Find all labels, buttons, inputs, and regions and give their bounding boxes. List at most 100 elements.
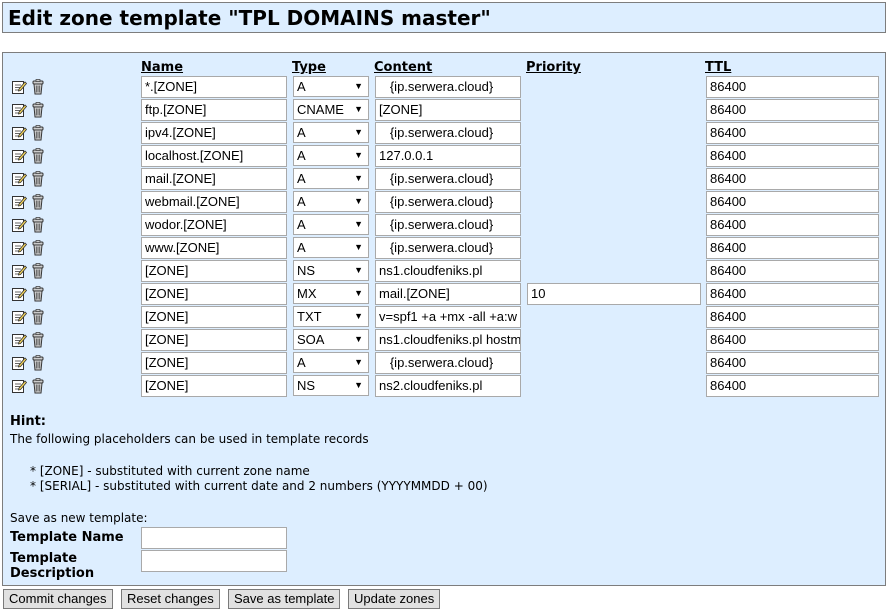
trash-icon[interactable] bbox=[30, 332, 46, 348]
save-as-template-button[interactable]: Save as template bbox=[228, 589, 341, 609]
trash-icon[interactable] bbox=[30, 148, 46, 164]
edit-icon[interactable] bbox=[11, 286, 28, 302]
record-name-input[interactable]: [ZONE] bbox=[141, 260, 287, 282]
record-ttl-input[interactable]: 86400 bbox=[706, 375, 879, 397]
record-content-input[interactable]: {ip.serwera.cloud} bbox=[375, 191, 521, 213]
record-content-input[interactable]: 127.0.0.1 bbox=[375, 145, 521, 167]
record-content-input[interactable]: {ip.serwera.cloud} bbox=[375, 76, 521, 98]
record-name-input[interactable]: webmail.[ZONE] bbox=[141, 191, 287, 213]
table-row: webmail.[ZONE] A ▼ {ip.serwera.cloud} 86400 bbox=[3, 191, 887, 214]
template-description-input[interactable] bbox=[141, 550, 287, 572]
record-type-select[interactable]: A ▼ bbox=[293, 145, 369, 166]
edit-icon[interactable] bbox=[11, 125, 28, 141]
record-type-select[interactable]: NS ▼ bbox=[293, 260, 369, 281]
record-content-input[interactable]: [ZONE] bbox=[375, 99, 521, 121]
template-name-input[interactable] bbox=[141, 527, 287, 549]
record-content-input[interactable]: {ip.serwera.cloud} bbox=[375, 237, 521, 259]
trash-icon[interactable] bbox=[30, 286, 46, 302]
record-type-select[interactable]: A ▼ bbox=[293, 168, 369, 189]
trash-icon[interactable] bbox=[30, 240, 46, 256]
record-ttl-input[interactable]: 86400 bbox=[706, 329, 879, 351]
record-name-input[interactable]: [ZONE] bbox=[141, 329, 287, 351]
record-type-select[interactable]: CNAME ▼ bbox=[293, 99, 369, 120]
records-panel: Name Type Content Priority TTL *.[ZONE] A… bbox=[2, 52, 886, 586]
record-ttl-input[interactable]: 86400 bbox=[706, 122, 879, 144]
record-type-select[interactable]: A ▼ bbox=[293, 122, 369, 143]
record-ttl-input[interactable]: 86400 bbox=[706, 214, 879, 236]
edit-icon[interactable] bbox=[11, 194, 28, 210]
record-name-input[interactable]: [ZONE] bbox=[141, 352, 287, 374]
record-type-select[interactable]: A ▼ bbox=[293, 237, 369, 258]
column-header-name: Name bbox=[141, 60, 184, 75]
commit-changes-button[interactable]: Commit changes bbox=[3, 589, 113, 609]
record-type-select[interactable]: A ▼ bbox=[293, 76, 369, 97]
record-type-select[interactable]: A ▼ bbox=[293, 352, 369, 373]
update-zones-button[interactable]: Update zones bbox=[348, 589, 441, 609]
trash-icon[interactable] bbox=[30, 194, 46, 210]
trash-icon[interactable] bbox=[30, 263, 46, 279]
record-type-select[interactable]: TXT ▼ bbox=[293, 306, 369, 327]
trash-icon[interactable] bbox=[30, 355, 46, 371]
dropdown-arrow-icon: ▼ bbox=[354, 196, 363, 206]
record-name-input[interactable]: ftp.[ZONE] bbox=[141, 99, 287, 121]
record-ttl-input[interactable]: 86400 bbox=[706, 260, 879, 282]
record-content-input[interactable]: ns1.cloudfeniks.pl hostm bbox=[375, 329, 521, 351]
record-content-input[interactable]: {ip.serwera.cloud} bbox=[375, 168, 521, 190]
record-name-input[interactable]: [ZONE] bbox=[141, 375, 287, 397]
record-content-input[interactable]: {ip.serwera.cloud} bbox=[375, 122, 521, 144]
record-content-input[interactable]: mail.[ZONE] bbox=[375, 283, 521, 305]
reset-changes-button[interactable]: Reset changes bbox=[121, 589, 220, 609]
edit-icon[interactable] bbox=[11, 332, 28, 348]
edit-icon[interactable] bbox=[11, 240, 28, 256]
record-ttl-input[interactable]: 86400 bbox=[706, 145, 879, 167]
edit-icon[interactable] bbox=[11, 217, 28, 233]
record-ttl-input[interactable]: 86400 bbox=[706, 168, 879, 190]
dropdown-arrow-icon: ▼ bbox=[354, 334, 363, 344]
record-name-input[interactable]: [ZONE] bbox=[141, 306, 287, 328]
record-ttl-input[interactable]: 86400 bbox=[706, 76, 879, 98]
record-name-input[interactable]: [ZONE] bbox=[141, 283, 287, 305]
record-content-input[interactable]: v=spf1 +a +mx -all +a:w bbox=[375, 306, 521, 328]
record-content-input[interactable]: {ip.serwera.cloud} bbox=[375, 352, 521, 374]
record-content-input[interactable]: ns1.cloudfeniks.pl bbox=[375, 260, 521, 282]
trash-icon[interactable] bbox=[30, 171, 46, 187]
record-ttl-input[interactable]: 86400 bbox=[706, 99, 879, 121]
record-name-input[interactable]: wodor.[ZONE] bbox=[141, 214, 287, 236]
record-ttl-input[interactable]: 86400 bbox=[706, 352, 879, 374]
record-ttl-input[interactable]: 86400 bbox=[706, 306, 879, 328]
edit-icon[interactable] bbox=[11, 263, 28, 279]
record-type-select[interactable]: NS ▼ bbox=[293, 375, 369, 396]
trash-icon[interactable] bbox=[30, 79, 46, 95]
record-type-select[interactable]: A ▼ bbox=[293, 214, 369, 235]
trash-icon[interactable] bbox=[30, 309, 46, 325]
record-ttl-input[interactable]: 86400 bbox=[706, 283, 879, 305]
edit-icon[interactable] bbox=[11, 378, 28, 394]
record-content-input[interactable]: ns2.cloudfeniks.pl bbox=[375, 375, 521, 397]
record-type-select[interactable]: SOA ▼ bbox=[293, 329, 369, 350]
edit-icon[interactable] bbox=[11, 102, 28, 118]
edit-icon[interactable] bbox=[11, 79, 28, 95]
record-name-input[interactable]: www.[ZONE] bbox=[141, 237, 287, 259]
record-name-input[interactable]: *.[ZONE] bbox=[141, 76, 287, 98]
record-type-select[interactable]: A ▼ bbox=[293, 191, 369, 212]
record-type-select[interactable]: MX ▼ bbox=[293, 283, 369, 304]
record-content-input[interactable]: {ip.serwera.cloud} bbox=[375, 214, 521, 236]
record-name-input[interactable]: ipv4.[ZONE] bbox=[141, 122, 287, 144]
record-name-input[interactable]: mail.[ZONE] bbox=[141, 168, 287, 190]
table-row: ftp.[ZONE] CNAME ▼ [ZONE] 86400 bbox=[3, 99, 887, 122]
record-name-input[interactable]: localhost.[ZONE] bbox=[141, 145, 287, 167]
trash-icon[interactable] bbox=[30, 125, 46, 141]
column-header-content: Content bbox=[374, 60, 433, 75]
record-ttl-input[interactable]: 86400 bbox=[706, 191, 879, 213]
trash-icon[interactable] bbox=[30, 102, 46, 118]
edit-icon[interactable] bbox=[11, 355, 28, 371]
column-header-type: Type bbox=[292, 60, 326, 75]
record-ttl-input[interactable]: 86400 bbox=[706, 237, 879, 259]
edit-icon[interactable] bbox=[11, 309, 28, 325]
edit-icon[interactable] bbox=[11, 148, 28, 164]
record-priority-input[interactable]: 10 bbox=[527, 283, 701, 305]
trash-icon[interactable] bbox=[30, 378, 46, 394]
edit-icon[interactable] bbox=[11, 171, 28, 187]
dropdown-arrow-icon: ▼ bbox=[354, 265, 363, 275]
trash-icon[interactable] bbox=[30, 217, 46, 233]
